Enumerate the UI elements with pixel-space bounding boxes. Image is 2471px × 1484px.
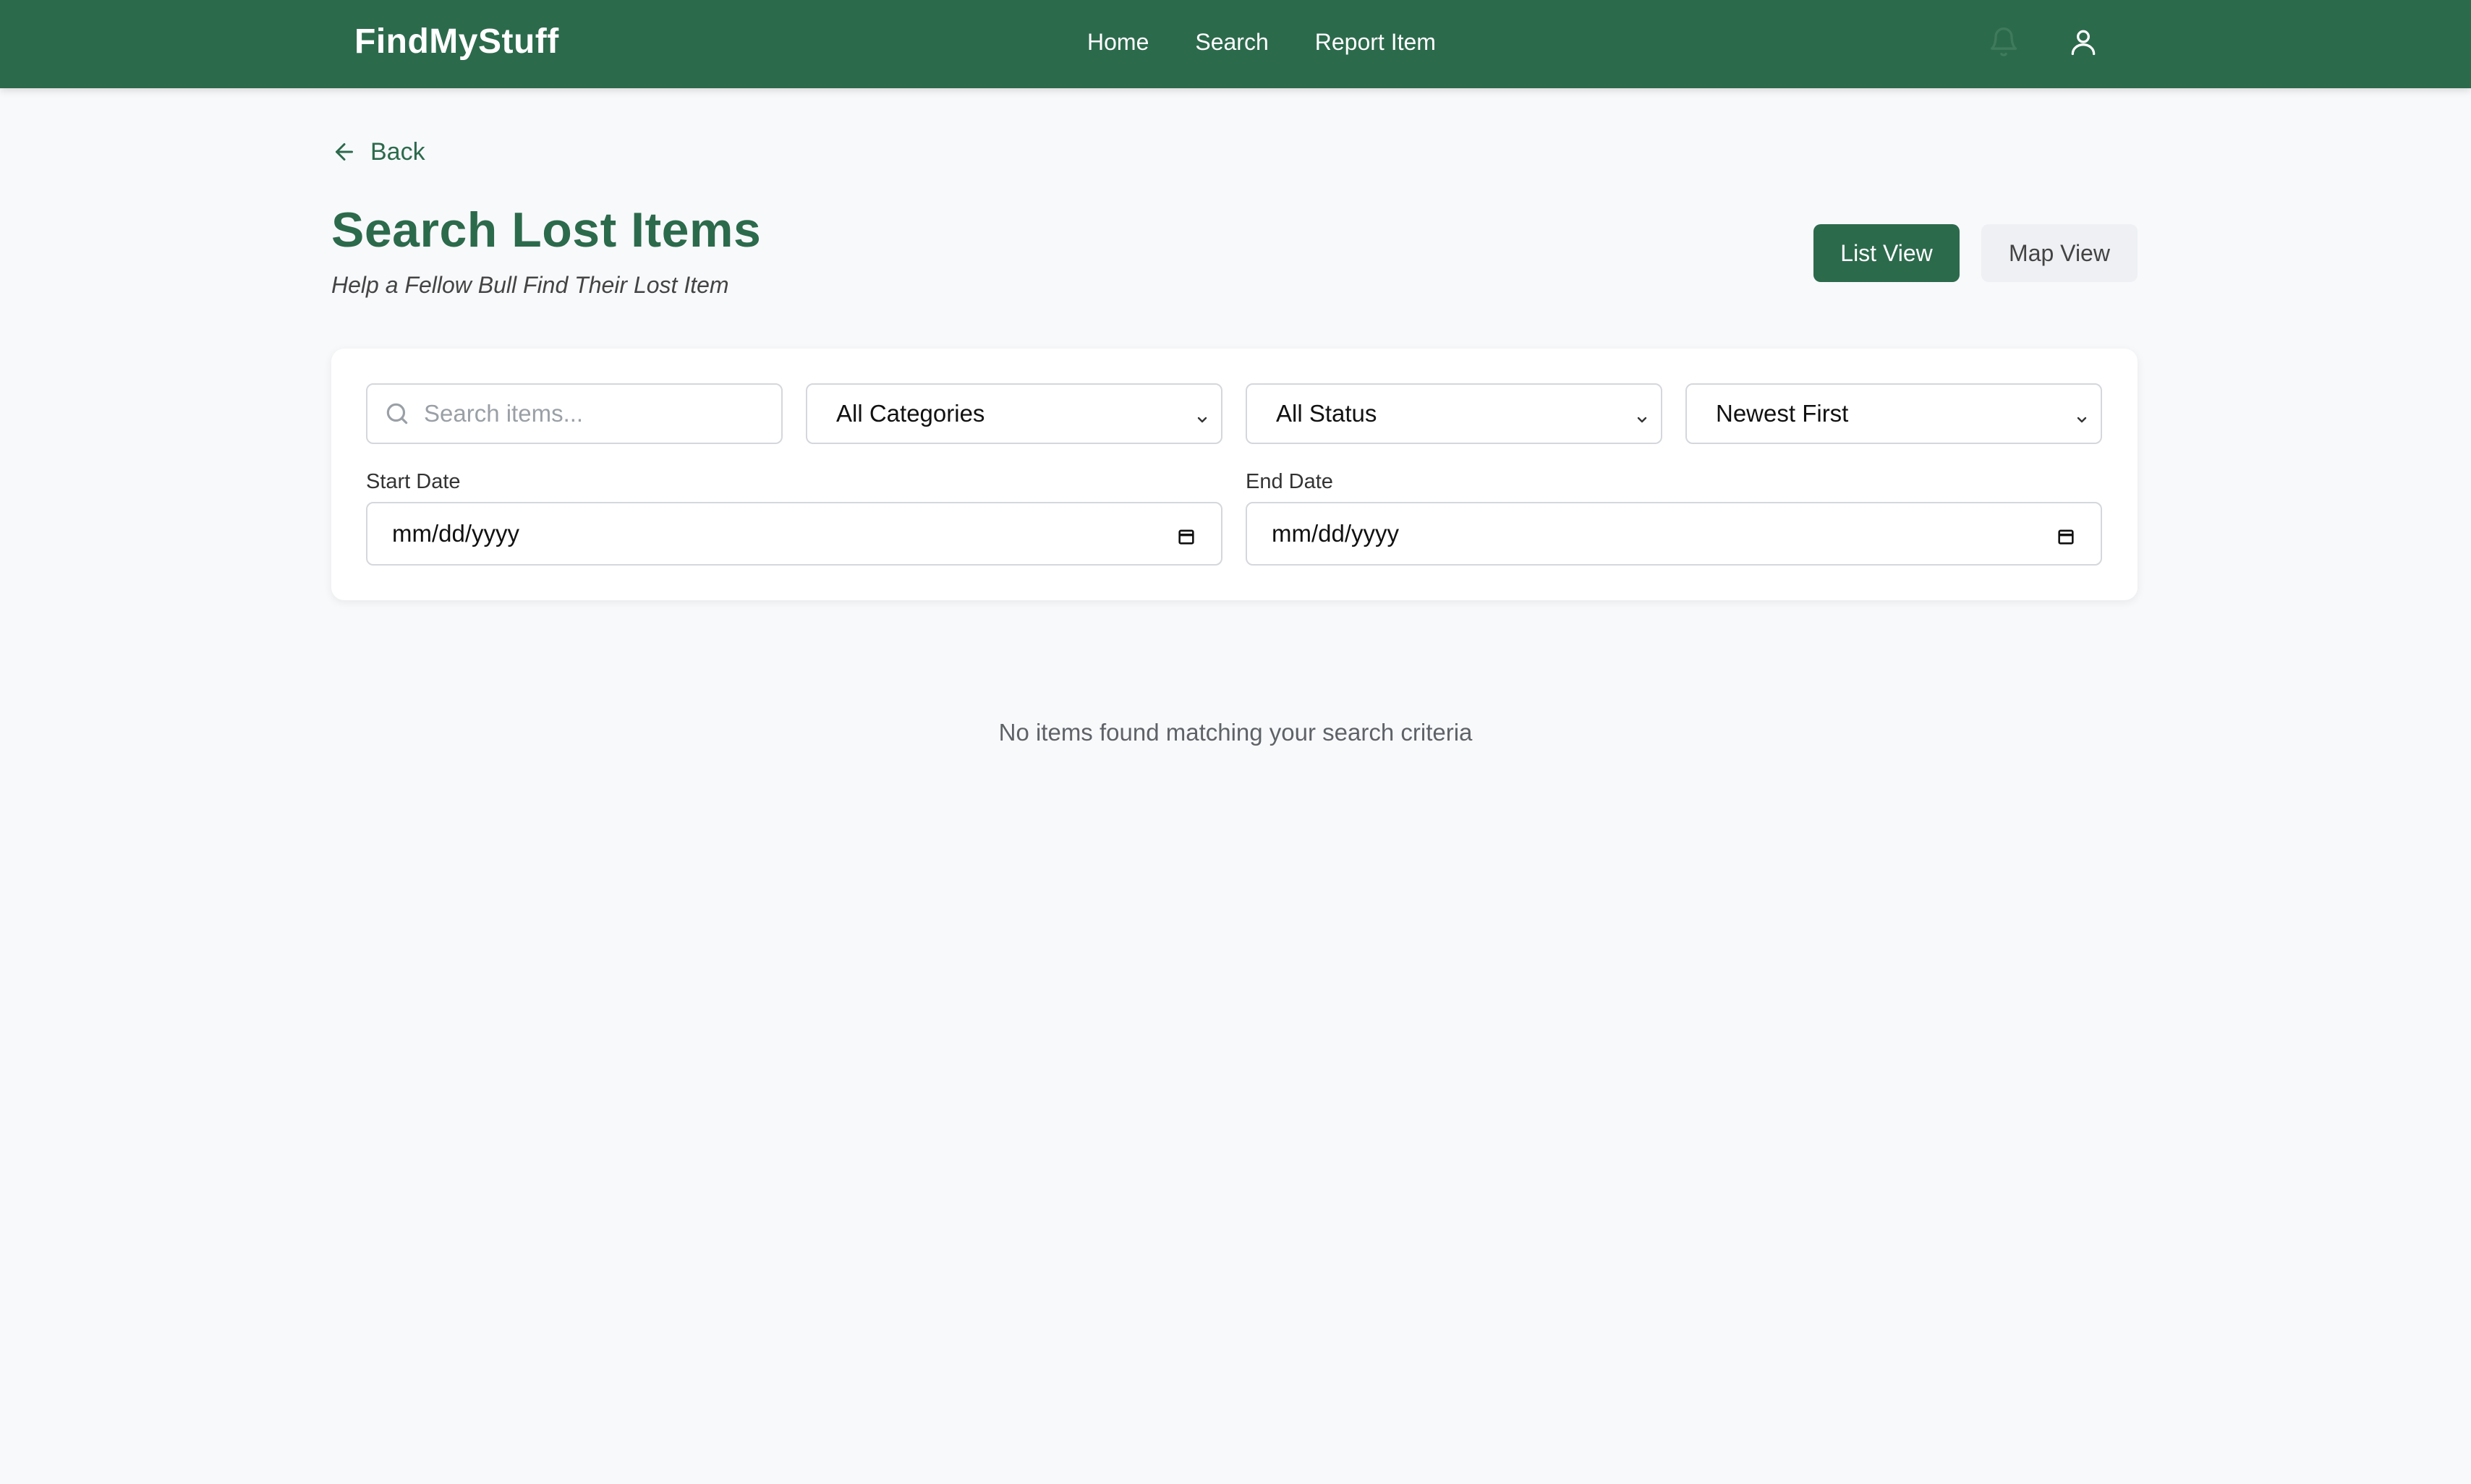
sort-select[interactable]: Newest First	[1685, 383, 2102, 444]
map-view-button[interactable]: Map View	[1981, 224, 2138, 282]
end-date-label: End Date	[1246, 470, 1333, 493]
status-value: All Status	[1276, 400, 1377, 427]
user-icon[interactable]	[2063, 22, 2104, 62]
search-icon	[383, 400, 411, 427]
empty-results-message: No items found matching your search crit…	[998, 719, 1473, 746]
calendar-icon[interactable]	[2056, 525, 2076, 553]
category-select[interactable]: All Categories	[806, 383, 1222, 444]
bell-icon[interactable]	[1983, 22, 2024, 62]
back-label: Back	[370, 137, 425, 166]
brand-logo[interactable]: FindMyStuff	[354, 19, 559, 65]
start-date-input[interactable]: mm/dd/yyyy	[366, 502, 1222, 566]
page-subtitle: Help a Fellow Bull Find Their Lost Item	[331, 272, 729, 298]
nav-search[interactable]: Search	[1195, 25, 1268, 59]
search-placeholder: Search items...	[424, 400, 584, 427]
arrow-left-icon	[331, 139, 357, 165]
category-value: All Categories	[836, 400, 985, 427]
nav-home[interactable]: Home	[1087, 25, 1149, 59]
back-link[interactable]: Back	[331, 136, 425, 168]
chevron-down-icon	[1194, 406, 1211, 434]
end-date-input[interactable]: mm/dd/yyyy	[1246, 502, 2102, 566]
calendar-icon[interactable]	[1176, 525, 1196, 553]
search-input[interactable]: Search items...	[366, 383, 783, 444]
chevron-down-icon	[2073, 406, 2091, 434]
nav-report-item[interactable]: Report Item	[1315, 25, 1436, 59]
start-date-value: mm/dd/yyyy	[392, 520, 520, 547]
chevron-down-icon	[1633, 406, 1651, 434]
start-date-label: Start Date	[366, 470, 461, 493]
page-title: Search Lost Items	[331, 202, 762, 257]
list-view-button[interactable]: List View	[1813, 224, 1960, 282]
nav-links: Home Search Report Item	[1087, 25, 1436, 59]
end-date-value: mm/dd/yyyy	[1272, 520, 1400, 547]
status-select[interactable]: All Status	[1246, 383, 1662, 444]
top-navbar: FindMyStuff Home Search Report Item	[0, 0, 2471, 88]
sort-value: Newest First	[1716, 400, 1849, 427]
filter-card: Search items... All Categories All Statu…	[331, 349, 2138, 600]
